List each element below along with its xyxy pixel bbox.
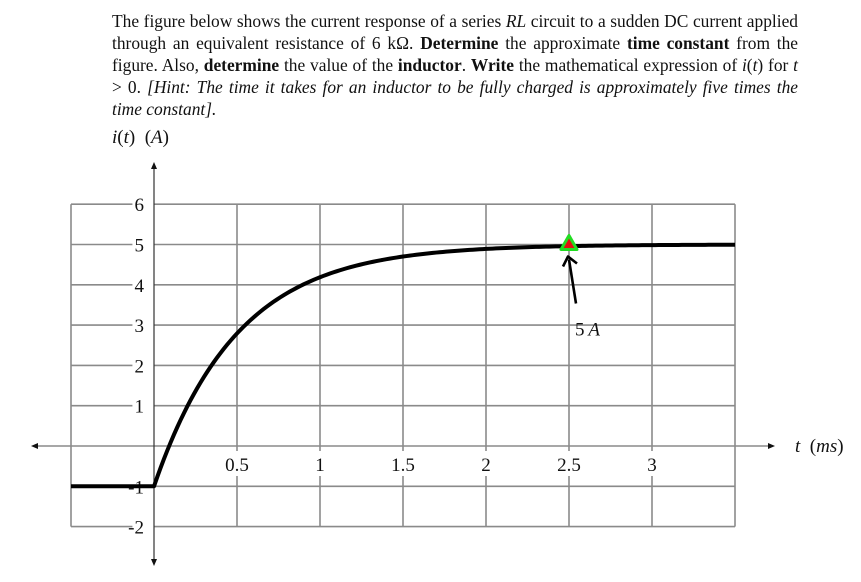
y-axis-title: i(t) (A) <box>112 127 169 148</box>
x-tick-label: 2 <box>481 455 491 476</box>
x-axis-arrow-left <box>31 443 38 449</box>
x-tick-label: 0.5 <box>225 455 249 476</box>
x-axis-title: t (ms) <box>795 436 844 457</box>
annotation-arrow-shaft <box>567 259 578 304</box>
y-axis-arrow-up <box>151 162 157 169</box>
y-tick-label: 3 <box>135 316 145 337</box>
y-tick-label: 1 <box>135 397 145 418</box>
grid <box>70 203 736 528</box>
y-axis-arrow-down <box>151 559 157 566</box>
x-tick-label: 1.5 <box>391 455 415 476</box>
y-tick-label: 5 <box>135 236 145 257</box>
y-tick-label: 2 <box>135 356 145 377</box>
annotation-label: 5 A <box>575 320 600 341</box>
y-tick-label: 4 <box>135 276 145 297</box>
y-tick-label: 6 <box>135 195 145 216</box>
current-response-chart: 654321-1-20.5 1 1.5 2 2.5 3 5 A i(t) (A) t (m… <box>31 127 844 566</box>
steady-state-marker <box>559 234 579 251</box>
y-tick-label: -2 <box>128 518 144 539</box>
x-tick-label: 3 <box>647 455 657 476</box>
x-axis-arrow-right <box>768 443 775 449</box>
x-tick-label: 2.5 <box>557 455 581 476</box>
x-tick-label: 1 <box>315 455 325 476</box>
